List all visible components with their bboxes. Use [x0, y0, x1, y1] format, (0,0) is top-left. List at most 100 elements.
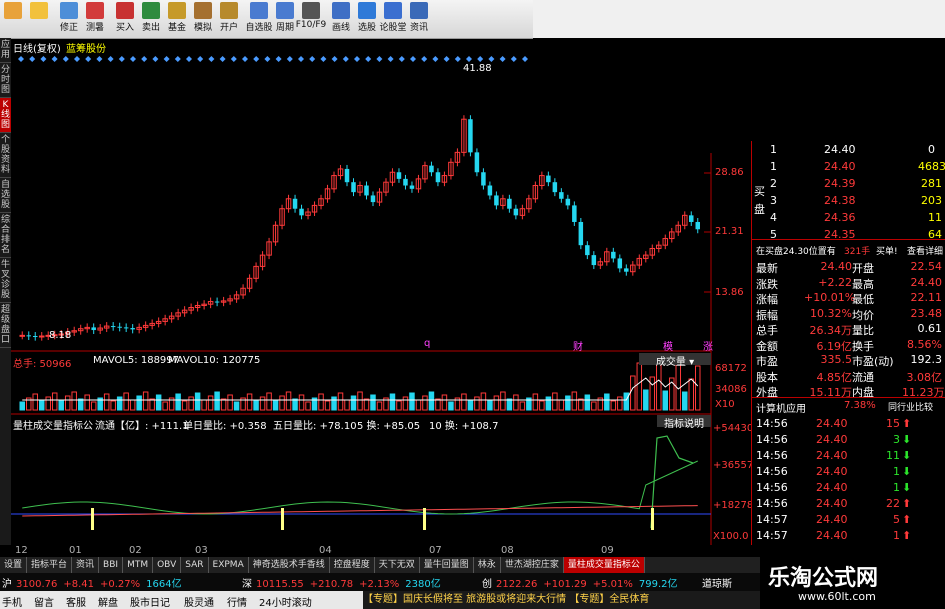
indicator-help-tab[interactable]: 指标说明 [657, 415, 711, 430]
volume-bar [584, 394, 591, 411]
indicator-tab-4[interactable]: MTM [123, 557, 154, 573]
indicator-tab-0[interactable]: 设置 [0, 557, 28, 573]
left-tab-label: 自 选 股 [0, 180, 10, 210]
volume-indicator-tab[interactable]: 成交量 ▾ [639, 353, 711, 368]
volume-bar [38, 400, 45, 411]
menu-item-0[interactable]: 手机 [2, 594, 22, 609]
volume-bar [500, 391, 506, 411]
kline-chart-svg [11, 56, 712, 545]
tick-time: 14:56 [756, 465, 788, 478]
indicator-tab-6[interactable]: SAR [181, 557, 209, 573]
toolbar-button-edit[interactable]: 修正 [56, 0, 82, 38]
menu-item-1[interactable]: 留言 [34, 594, 54, 609]
toolbar-button-up-down[interactable] [26, 0, 52, 38]
left-tab-7[interactable]: 超 级 盘 口 [0, 303, 11, 348]
tick-time: 14:56 [756, 433, 788, 446]
index-item-0[interactable]: 沪 3100.76 +8.41 +0.27% 1664亿 [2, 575, 182, 590]
panel-divider [752, 397, 945, 398]
toolbar-button-buy[interactable]: 买入 [112, 0, 138, 38]
menu-item-6[interactable]: 行情 [227, 594, 247, 609]
bid-level: 5 [770, 228, 777, 241]
up-down-icon [30, 2, 48, 19]
indicator-tab-9[interactable]: 控盘程度 [330, 557, 375, 573]
event-diamond [510, 56, 517, 62]
indicator-five-ratio: 五日量比: +78.10 [273, 421, 357, 432]
left-tab-3[interactable]: 个 股 资 料 [0, 133, 11, 178]
price-axis-label-2: 13.86 [715, 287, 744, 298]
sell-icon [142, 2, 160, 19]
indicator-tab-12[interactable]: 林永 [474, 557, 501, 573]
candle-body-down [409, 185, 415, 189]
candle-body-down [344, 168, 350, 183]
bid-price: 24.40 [824, 160, 856, 173]
f10-icon [302, 2, 320, 19]
left-tab-2[interactable]: K 线 图 [0, 98, 11, 133]
quote-value: 6.19亿 [816, 339, 853, 353]
indicator-tab-1[interactable]: 指标平台 [27, 557, 73, 573]
indicator-signal-bar [423, 508, 426, 530]
event-diamond [432, 56, 439, 62]
left-tab-1[interactable]: 分 时 图 [0, 63, 11, 98]
toolbar-button-select[interactable]: 选股 [354, 0, 380, 38]
left-tab-6[interactable]: 牛 叉 诊 股 [0, 258, 11, 303]
indicator-tab-11[interactable]: 量牛回量图 [420, 557, 474, 573]
toolbar-button-test[interactable]: 测暑 [82, 0, 108, 38]
left-tab-5[interactable]: 综 合 排 名 [0, 213, 11, 258]
menu-item-5[interactable]: 股灵通 [184, 594, 214, 609]
event-diamond [130, 56, 136, 62]
toolbar-button-back[interactable] [0, 0, 26, 38]
left-tab-label: 综 合 排 名 [0, 215, 10, 255]
toolbar-button-pen[interactable]: 画线 [328, 0, 354, 38]
candle-body-down [351, 182, 356, 193]
toolbar-button-favorites[interactable]: 自选股 [246, 0, 273, 38]
volume-bar [389, 393, 396, 411]
menu-item-4[interactable]: 股市日记 [130, 594, 170, 609]
indicator-tab-14[interactable]: 量柱成交量指标公 [563, 557, 645, 573]
volume-bar [695, 365, 701, 411]
indicator-signal-bar [91, 508, 94, 530]
indicator-tab-8[interactable]: 神奇选股术手香线 [249, 557, 330, 573]
event-diamond [286, 56, 293, 62]
indicator-tab-10[interactable]: 天下无双 [375, 557, 420, 573]
indicator-tab-3[interactable]: BBI [99, 557, 124, 573]
event-mark-zhang[interactable]: 涨 [703, 338, 713, 353]
volume-bar [279, 395, 285, 411]
index-item-2[interactable]: 创 2122.26 +101.29 +5.01% 799.2亿 [482, 575, 678, 590]
index-item-3[interactable]: 道琼斯 [702, 575, 754, 590]
volume-bar [285, 391, 292, 411]
volume-bar [467, 400, 474, 411]
index-item-1[interactable]: 深 10115.55 +210.78 +2.13% 2380亿 [242, 575, 441, 590]
indicator-tab-2[interactable]: 资讯 [72, 557, 100, 573]
toolbar-button-hammer[interactable]: 模拟 [190, 0, 216, 38]
toolbar-button-sell[interactable]: 卖出 [138, 0, 164, 38]
event-diamond [62, 56, 69, 62]
favorites-icon [250, 2, 268, 19]
toolbar-button-lock[interactable]: 开户 [216, 0, 242, 38]
indicator-tab-5[interactable]: OBV [153, 557, 182, 573]
volume-axis-label-1: 34086 [715, 384, 747, 395]
menu-item-7[interactable]: 24小时滚动 [259, 594, 312, 609]
indicator-tab-7[interactable]: EXPMA [209, 557, 249, 573]
news-ticker[interactable]: 【专题】国庆长假将至 旅游股或将迎来大行情 【专题】全民体育 [363, 591, 760, 609]
candle-body-down [110, 326, 116, 328]
indicator-tab-13[interactable]: 世杰湖控庄家 [501, 557, 564, 573]
left-tab-4[interactable]: 自 选 股 [0, 178, 11, 213]
toolbar-button-forum[interactable]: 论股堂 [380, 0, 407, 38]
arrow-up-icon: ⬆ [902, 529, 912, 542]
kline-chart-area[interactable]: 日线(复权) 蓝筹股份 28.86 21.31 13.86 41.88 8.18… [11, 38, 760, 545]
menu-item-2[interactable]: 客服 [66, 594, 86, 609]
event-mark-mo[interactable]: 模 [663, 338, 673, 353]
index-change: +210.78 [309, 579, 354, 590]
event-mark-q[interactable]: q [424, 338, 430, 349]
toolbar-button-period[interactable]: 周期 [272, 0, 298, 38]
main-toolbar: 修正 测暑 买入 卖出 基金 模拟 开户 自选股 周期 F10/F9 画线 选股 论股堂 资讯 [0, 0, 533, 39]
candle-body-down [370, 195, 376, 203]
toolbar-button-news[interactable]: 资讯 [406, 0, 432, 38]
menu-item-3[interactable]: 解盘 [98, 594, 118, 609]
toolbar-button-f10[interactable]: F10/F9 [296, 0, 326, 38]
toolbar-button-fund[interactable]: 基金 [164, 0, 190, 38]
event-mark-cai[interactable]: 财 [573, 338, 583, 353]
candle-body-down [578, 221, 584, 246]
left-tab-0[interactable]: 应 用 [0, 38, 11, 63]
volume-bar [305, 401, 311, 411]
